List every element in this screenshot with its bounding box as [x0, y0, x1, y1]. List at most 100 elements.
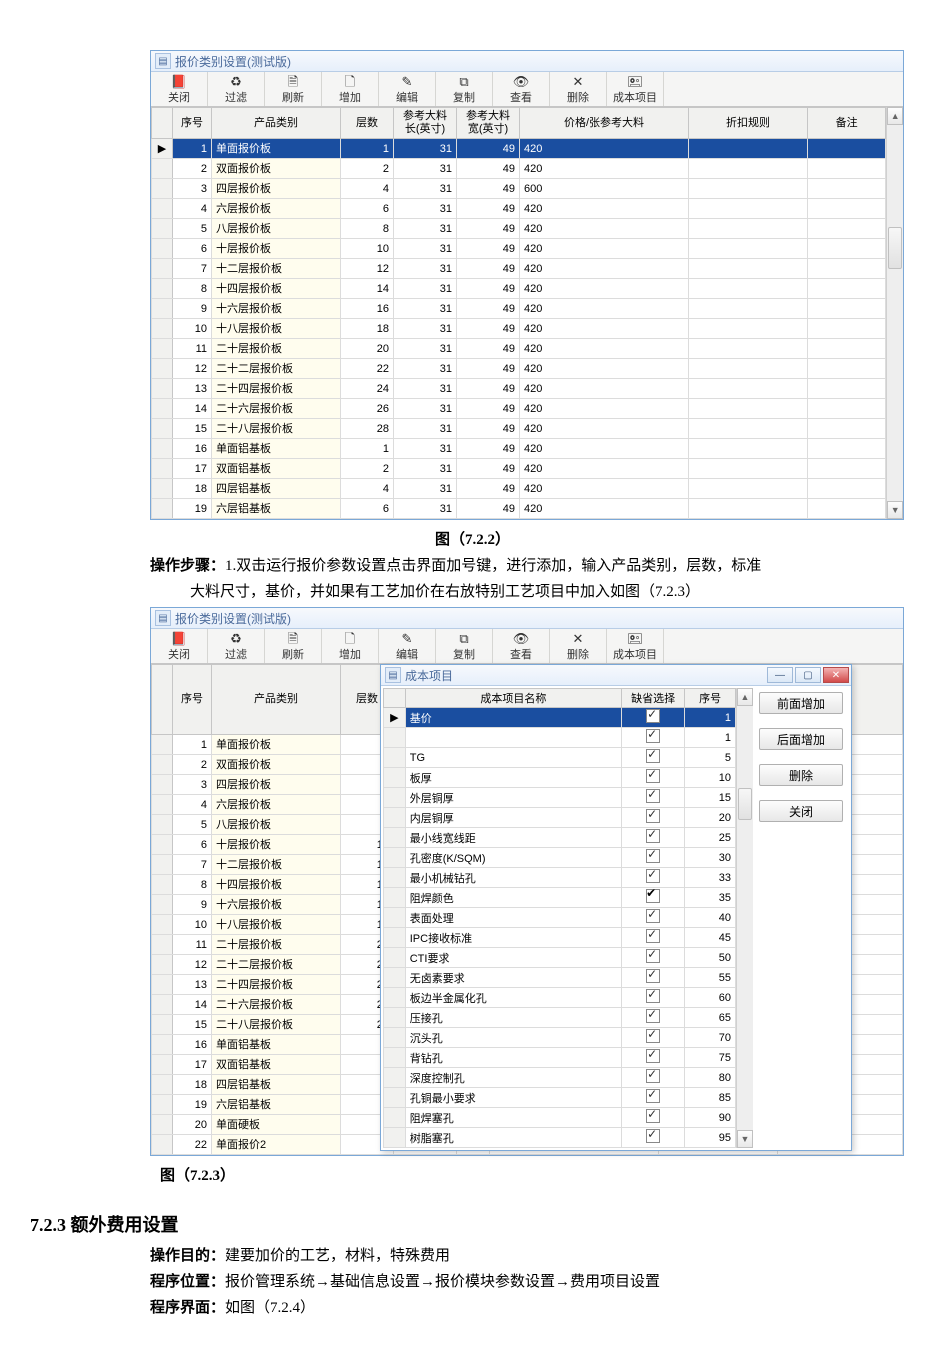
cell-remark[interactable]: [808, 139, 886, 159]
col-category[interactable]: 产品类别: [212, 108, 341, 139]
table-row[interactable]: 13二十四层报价板243149420: [152, 379, 886, 399]
cell-ref-wid[interactable]: 49: [457, 319, 520, 339]
cell-ref-wid[interactable]: 49: [457, 159, 520, 179]
cost-item-name[interactable]: CTI要求: [405, 948, 621, 968]
cell-discount[interactable]: [689, 299, 808, 319]
cell-category[interactable]: 双面铝基板: [212, 1055, 341, 1075]
col-layers[interactable]: 层数: [341, 108, 394, 139]
cell-category[interactable]: 二十二层报价板: [212, 955, 341, 975]
list-item[interactable]: 无卤素要求 55: [384, 968, 736, 988]
default-checkbox-cell[interactable]: [622, 1028, 685, 1048]
cell-seq[interactable]: 13: [173, 975, 212, 995]
cell-category[interactable]: 单面报价板: [212, 139, 341, 159]
list-item[interactable]: 板边半金属化孔60: [384, 988, 736, 1008]
cell-ref-len[interactable]: 31: [394, 179, 457, 199]
add-after-button[interactable]: 后面增加: [759, 728, 843, 750]
cell-seq[interactable]: 13: [173, 379, 212, 399]
cost-item-name[interactable]: 阻焊颜色: [405, 888, 621, 908]
cell-seq[interactable]: 16: [173, 439, 212, 459]
cell-layers[interactable]: 22: [341, 359, 394, 379]
cost-item-seq[interactable]: 55: [685, 968, 736, 988]
cost-item-name[interactable]: 无卤素要求: [405, 968, 621, 988]
add-button[interactable]: 🗋增加: [322, 629, 379, 663]
cell-category[interactable]: 双面报价板: [212, 755, 341, 775]
cell-category[interactable]: 二十层报价板: [212, 935, 341, 955]
cost-item-seq[interactable]: 50: [685, 948, 736, 968]
cost-item-name[interactable]: 基价: [405, 708, 621, 728]
cell-ref-wid[interactable]: 49: [457, 139, 520, 159]
list-item[interactable]: 内层铜厚 20: [384, 808, 736, 828]
cost-item-seq[interactable]: 20: [685, 808, 736, 828]
cost-item-seq[interactable]: 10: [685, 768, 736, 788]
refresh-button[interactable]: 🗎刷新: [265, 72, 322, 106]
default-checkbox-cell[interactable]: [622, 1048, 685, 1068]
cell-layers[interactable]: 1: [341, 139, 394, 159]
cell-ref-wid[interactable]: 49: [457, 399, 520, 419]
table-row[interactable]: 4六层报价板63149420: [152, 199, 886, 219]
cell-seq[interactable]: 7: [173, 259, 212, 279]
default-checkbox-cell[interactable]: [622, 828, 685, 848]
cell-category[interactable]: 二十八层报价板: [212, 1015, 341, 1035]
cost-item-seq[interactable]: 40: [685, 908, 736, 928]
cost-item-seq[interactable]: 33: [685, 868, 736, 888]
table-row[interactable]: 11二十层报价板203149420: [152, 339, 886, 359]
cell-category[interactable]: 十六层报价板: [212, 895, 341, 915]
checkbox-icon[interactable]: [646, 829, 660, 843]
cell-category[interactable]: 双面铝基板: [212, 459, 341, 479]
cell-discount[interactable]: [689, 459, 808, 479]
default-checkbox-cell[interactable]: [622, 988, 685, 1008]
default-checkbox-cell[interactable]: [622, 928, 685, 948]
cost-item-name[interactable]: 背钻孔: [405, 1048, 621, 1068]
cell-category[interactable]: 八层报价板: [212, 219, 341, 239]
list-item[interactable]: ▶基价1: [384, 708, 736, 728]
cell-ref-len[interactable]: 31: [394, 479, 457, 499]
cell-seq[interactable]: 2: [173, 755, 212, 775]
cell-ref-len[interactable]: 31: [394, 239, 457, 259]
table-row[interactable]: ▶1单面报价板13149420: [152, 139, 886, 159]
cell-ref-len[interactable]: 31: [394, 159, 457, 179]
cell-category[interactable]: 十层报价板: [212, 835, 341, 855]
cell-layers[interactable]: 2: [341, 459, 394, 479]
category-table[interactable]: 序号 产品类别 层数 参考大料 长(英寸) 参考大料 宽(英寸) 价格/张参考大…: [151, 107, 886, 519]
cell-discount[interactable]: [689, 159, 808, 179]
cell-ref-wid[interactable]: 49: [457, 419, 520, 439]
cell-category[interactable]: 二十六层报价板: [212, 399, 341, 419]
vertical-scrollbar[interactable]: ▲ ▼: [736, 688, 753, 1148]
cell-seq[interactable]: 18: [173, 479, 212, 499]
cost-item-seq[interactable]: 60: [685, 988, 736, 1008]
list-item[interactable]: 最小机械钻孔33: [384, 868, 736, 888]
close-icon[interactable]: ✕: [823, 667, 849, 683]
checkbox-icon[interactable]: [646, 1089, 660, 1103]
cell-price[interactable]: 420: [520, 359, 689, 379]
cell-ref-len[interactable]: 31: [394, 279, 457, 299]
col-category[interactable]: 产品类别: [212, 665, 341, 735]
list-item[interactable]: 阻焊塞孔90: [384, 1108, 736, 1128]
cell-ref-wid[interactable]: 49: [457, 459, 520, 479]
close-button[interactable]: 📕关闭: [151, 72, 208, 106]
refresh-button[interactable]: 🗎刷新: [265, 629, 322, 663]
default-checkbox-cell[interactable]: [622, 1088, 685, 1108]
cell-seq[interactable]: 19: [173, 499, 212, 519]
cell-ref-len[interactable]: 31: [394, 399, 457, 419]
cell-remark[interactable]: [808, 299, 886, 319]
list-item[interactable]: 孔铜最小要求85: [384, 1088, 736, 1108]
cell-category[interactable]: 四层报价板: [212, 179, 341, 199]
cell-ref-len[interactable]: 31: [394, 219, 457, 239]
cost-item-table[interactable]: 成本项目名称 缺省选择 序号 ▶基价11TG5板厚10外层铜厚15内层铜厚20最…: [383, 688, 736, 1148]
list-item[interactable]: 背钻孔75: [384, 1048, 736, 1068]
checkbox-icon[interactable]: [646, 749, 660, 763]
close-button[interactable]: 关闭: [759, 800, 843, 822]
cell-ref-len[interactable]: 31: [394, 459, 457, 479]
cost-item-seq[interactable]: 15: [685, 788, 736, 808]
cell-category[interactable]: 十八层报价板: [212, 319, 341, 339]
cell-ref-wid[interactable]: 49: [457, 279, 520, 299]
cell-ref-len[interactable]: 31: [394, 379, 457, 399]
col-seq[interactable]: 序号: [173, 108, 212, 139]
cell-ref-wid[interactable]: 49: [457, 499, 520, 519]
checkbox-icon[interactable]: [646, 949, 660, 963]
cost-item-name[interactable]: 板厚: [405, 768, 621, 788]
cost-item-name[interactable]: 内层铜厚: [405, 808, 621, 828]
col-discount[interactable]: 折扣规则: [689, 108, 808, 139]
cell-discount[interactable]: [689, 219, 808, 239]
list-item[interactable]: 板厚 10: [384, 768, 736, 788]
